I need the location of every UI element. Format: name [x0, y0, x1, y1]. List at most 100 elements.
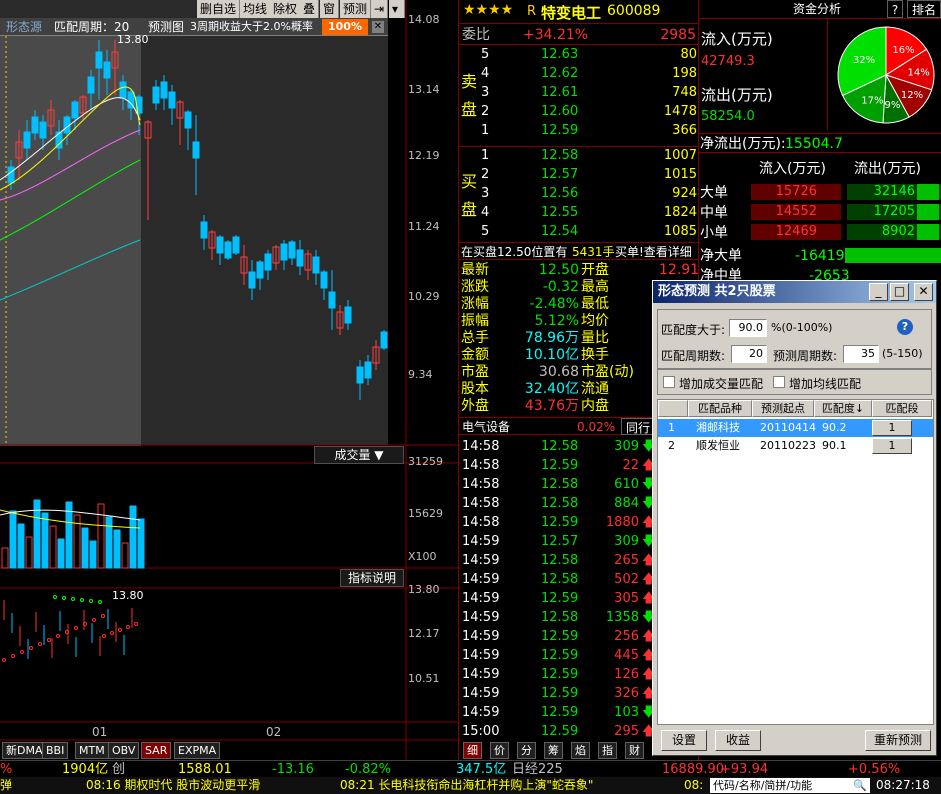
- price-tick-label: 12.19: [408, 149, 440, 162]
- candle-body: [71, 101, 79, 119]
- sar-dot: [89, 599, 93, 603]
- outflow-value: 8902: [881, 224, 915, 239]
- maximize-icon[interactable]: □: [890, 283, 909, 301]
- segment-button[interactable]: 1: [872, 438, 912, 454]
- sar-dot: [102, 634, 106, 638]
- help-button[interactable]: ?: [887, 0, 903, 18]
- tick-time: 14:58: [462, 496, 500, 511]
- order-price: 12.58: [541, 148, 579, 163]
- close-icon[interactable]: ✕: [372, 21, 384, 33]
- segment-button[interactable]: 1: [872, 420, 912, 436]
- news-item[interactable]: 08:21 长电科技衔命出海杠杆并购上演"蛇吞象": [340, 777, 593, 794]
- news-item[interactable]: 08:16 期权时代 股市波动更平滑: [86, 777, 260, 794]
- toolbar-ma[interactable]: 均线: [240, 0, 272, 18]
- quote-label: 总手: [461, 330, 489, 346]
- tick-price: 12.58: [541, 553, 579, 568]
- tick-volume: 1358: [605, 610, 639, 625]
- volume-checkbox-label[interactable]: 增加成交量匹配: [679, 375, 763, 392]
- date-label-01: 01: [92, 725, 108, 739]
- toolbar-predict[interactable]: 预测: [340, 0, 372, 18]
- order-level: 1: [481, 123, 490, 138]
- indicator-tab[interactable]: 新DMA: [2, 742, 47, 759]
- indicator-tab[interactable]: EXPMA: [174, 742, 221, 759]
- tick-volume: 305: [614, 591, 639, 606]
- detail-tab[interactable]: 财: [625, 742, 644, 759]
- repredict-button[interactable]: 重新预测: [865, 730, 931, 751]
- search-box[interactable]: 代码/名称/简拼/功能 🔍: [710, 778, 870, 793]
- indicator-tab[interactable]: BBI: [42, 742, 69, 759]
- period-input[interactable]: 20: [731, 345, 767, 363]
- settings-button[interactable]: 设置: [661, 730, 707, 751]
- search-icon[interactable]: 🔍: [853, 778, 867, 793]
- news-item[interactable]: 08:: [684, 777, 703, 794]
- toolbar-ex-rights[interactable]: 除权: [270, 0, 302, 18]
- indicator-tab[interactable]: SAR: [141, 742, 172, 759]
- help-icon[interactable]: ?: [897, 319, 913, 335]
- clock: 08:27:18: [876, 778, 930, 792]
- candle-body: [216, 236, 224, 254]
- result-row[interactable]: 2 顺发恒业 20110223 90.1 1: [658, 437, 933, 455]
- index-ticker-item: -13.16: [272, 762, 314, 777]
- quote-label: 外盘: [461, 398, 489, 414]
- order-price: 12.55: [541, 205, 579, 220]
- volume-selector[interactable]: 成交量 ▼: [314, 446, 404, 464]
- sector-name[interactable]: 电气设备: [462, 418, 510, 436]
- toolbar-window[interactable]: 窗: [320, 0, 340, 18]
- high-marker: 13.80: [117, 33, 149, 46]
- pattern-predict-dialog[interactable]: 形态预测 共2只股票 _ □ ✕ 匹配度大于: 90.0 %(0-100%) ?…: [652, 280, 937, 756]
- volume-checkbox[interactable]: [663, 376, 675, 388]
- detail-tab[interactable]: 指: [598, 742, 617, 759]
- match-input[interactable]: 90.0: [729, 319, 767, 337]
- sar-dot: [83, 622, 87, 626]
- table-header-cell: [658, 400, 688, 417]
- toolbar-overlay[interactable]: 叠: [300, 0, 320, 18]
- order-volume: 366: [672, 123, 697, 138]
- result-table[interactable]: 匹配品种 预测起点 匹配度↓ 匹配段 1 湘邮科技 20110414 90.2 1 2 顺发恒业 2…: [657, 399, 934, 725]
- pred-input[interactable]: 35: [843, 345, 879, 363]
- sar-dot: [53, 595, 57, 599]
- candle-body: [127, 91, 135, 109]
- fund-row-label: 大单: [700, 185, 728, 201]
- candle-body: [87, 76, 95, 94]
- tick-price: 12.59: [541, 591, 579, 606]
- detail-tab[interactable]: 价: [490, 742, 509, 759]
- kline-chart[interactable]: [0, 0, 460, 760]
- kline-chart-area[interactable]: 形态源 匹配周期：20 预测图 3周期收益大于2.0%概率 100% ✕ 13.…: [0, 0, 460, 760]
- news-item[interactable]: 弹: [0, 777, 12, 794]
- candle-body: [344, 306, 352, 324]
- minimize-icon[interactable]: _: [869, 283, 888, 301]
- tick-volume: 326: [614, 686, 639, 701]
- result-score: 90.2: [822, 421, 847, 434]
- detail-tab[interactable]: 筹: [544, 742, 563, 759]
- detail-tab[interactable]: 细: [463, 742, 482, 759]
- volume-bar: [89, 540, 97, 569]
- volume-bar: [1, 547, 9, 569]
- order-note-link[interactable]: 买单!查看详细: [615, 243, 692, 261]
- indicator-help-button[interactable]: 指标说明: [340, 569, 404, 587]
- toolbar-expand-icon[interactable]: ⇥: [371, 0, 389, 18]
- toolbar-dropdown-icon[interactable]: ▾: [389, 0, 405, 18]
- favorite-button[interactable]: 收益: [715, 730, 761, 751]
- candle-body: [184, 111, 192, 129]
- indicator-tab[interactable]: OBV: [108, 742, 140, 759]
- indicator-tab[interactable]: MTM: [75, 742, 109, 759]
- ma-checkbox-label[interactable]: 增加均线匹配: [789, 375, 861, 392]
- detail-tab[interactable]: 焰: [571, 742, 590, 759]
- sar-dot: [71, 597, 75, 601]
- tick-volume: 126: [614, 667, 639, 682]
- order-note-qty: 5431手: [572, 245, 615, 259]
- peer-button[interactable]: 同行: [621, 418, 656, 435]
- price-tick-label: 14.08: [408, 13, 440, 26]
- ma-checkbox[interactable]: [773, 376, 785, 388]
- close-icon[interactable]: ✕: [914, 283, 933, 301]
- inflow-value: 14552: [775, 204, 817, 219]
- sector-pct: 0.02%: [577, 420, 616, 434]
- rank-button[interactable]: 排名: [907, 0, 941, 18]
- detail-tab[interactable]: 分: [517, 742, 536, 759]
- outflow-value: 58254.0: [701, 109, 755, 124]
- quote-label-right: 最低: [581, 296, 609, 312]
- toolbar-delete-favorite[interactable]: 删自选: [197, 0, 241, 18]
- order-note[interactable]: 在买盘12.50位置有 5431手 买单!查看详细: [459, 242, 699, 260]
- result-row[interactable]: 1 湘邮科技 20110414 90.2 1: [658, 419, 933, 437]
- index-ticker-item: -0.82%: [345, 762, 391, 777]
